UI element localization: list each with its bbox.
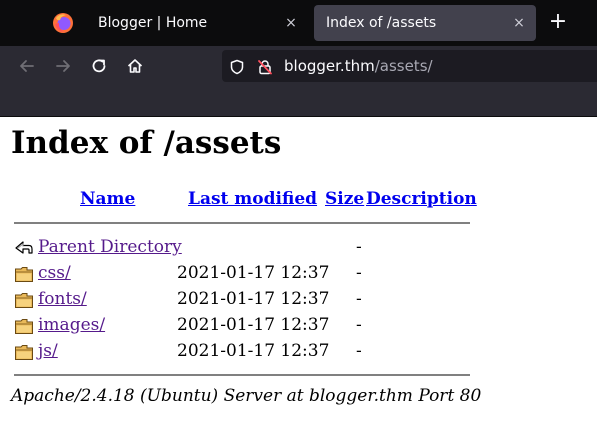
parent-directory-link[interactable]: Parent Directory	[38, 237, 182, 257]
top-divider	[14, 222, 470, 224]
insecure-lock-icon[interactable]	[256, 58, 274, 76]
column-header-name[interactable]: Name	[80, 189, 135, 209]
server-signature: Apache/2.4.18 (Ubuntu) Server at blogger…	[11, 386, 482, 406]
tab-bar: Blogger | Home × Index of /assets × +	[0, 0, 597, 46]
column-header-description[interactable]: Description	[366, 189, 477, 209]
last-modified: 2021-01-17 12:37	[177, 341, 330, 361]
file-size: -	[356, 315, 362, 335]
tab-blogger-home[interactable]: Blogger | Home ×	[86, 5, 308, 41]
table-row: css/ 2021-01-17 12:37 -	[0, 262, 597, 288]
directory-link[interactable]: fonts/	[38, 289, 87, 309]
close-tab-icon[interactable]: ×	[282, 14, 300, 32]
table-row: fonts/ 2021-01-17 12:37 -	[0, 288, 597, 314]
address-bar[interactable]: blogger.thm/assets/	[222, 50, 597, 82]
home-button[interactable]	[123, 54, 147, 78]
url-path: /assets/	[374, 57, 433, 75]
file-size: -	[356, 237, 362, 257]
file-size: -	[356, 289, 362, 309]
tab-index-of-assets[interactable]: Index of /assets ×	[314, 5, 536, 41]
table-row: js/ 2021-01-17 12:37 -	[0, 340, 597, 366]
column-header-last-modified[interactable]: Last modified	[188, 189, 317, 209]
bottom-divider	[14, 374, 470, 376]
forward-arrow-icon	[56, 60, 70, 72]
tab-title: Index of /assets	[326, 15, 437, 31]
reload-button[interactable]	[87, 54, 111, 78]
firefox-logo-icon[interactable]	[52, 12, 74, 34]
reload-icon	[92, 59, 106, 73]
new-tab-button[interactable]: +	[546, 11, 570, 35]
column-header-size[interactable]: Size	[325, 189, 364, 209]
last-modified: 2021-01-17 12:37	[177, 263, 330, 283]
back-button[interactable]	[15, 54, 39, 78]
table-row: Parent Directory -	[0, 236, 597, 262]
url-host: blogger.thm	[284, 57, 375, 75]
folder-icon	[15, 293, 33, 308]
bookmarks-toolbar	[0, 86, 597, 117]
navigation-toolbar: blogger.thm/assets/	[0, 46, 597, 86]
folder-icon	[15, 319, 33, 334]
directory-link[interactable]: js/	[38, 341, 58, 361]
table-row: images/ 2021-01-17 12:37 -	[0, 314, 597, 340]
file-size: -	[356, 341, 362, 361]
url-text[interactable]: blogger.thm/assets/	[284, 57, 433, 75]
page-heading: Index of /assets	[11, 125, 282, 161]
tab-title: Blogger | Home	[98, 15, 208, 31]
last-modified: 2021-01-17 12:37	[177, 315, 330, 335]
folder-icon	[15, 345, 33, 360]
back-arrow-icon	[15, 241, 33, 254]
directory-link[interactable]: images/	[38, 315, 105, 335]
home-icon	[127, 59, 143, 73]
file-size: -	[356, 263, 362, 283]
back-arrow-icon	[20, 60, 34, 72]
shield-icon[interactable]	[228, 58, 246, 76]
directory-link[interactable]: css/	[38, 263, 71, 283]
folder-icon	[15, 267, 33, 282]
close-tab-icon[interactable]: ×	[510, 14, 528, 32]
page-content: Index of /assets Name Last modified Size…	[0, 117, 597, 435]
last-modified: 2021-01-17 12:37	[177, 289, 330, 309]
forward-button[interactable]	[51, 54, 75, 78]
